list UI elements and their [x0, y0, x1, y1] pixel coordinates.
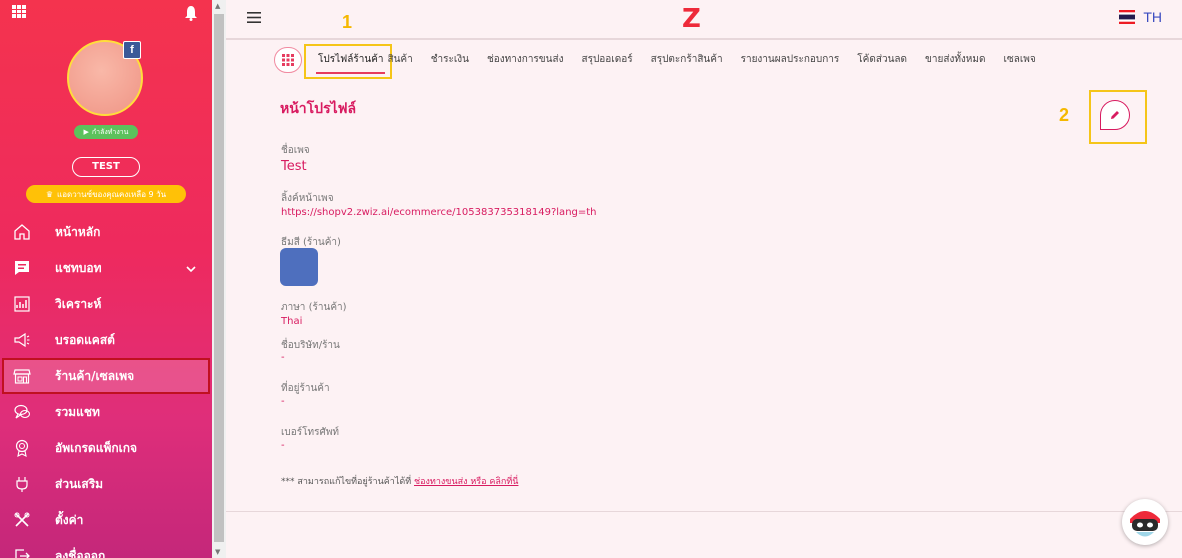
sidebar-item-label: ลงชื่อออก	[55, 548, 106, 558]
sidebar-item-label: อัพเกรดแพ็กเกจ	[55, 440, 138, 455]
sidebar-nav: หน้าหลัก แชทบอท วิเคราะห์ บรอดแคสต์ ร้าน…	[0, 214, 212, 558]
status-text: กำลังทำงาน	[91, 127, 129, 136]
sidebar-item-label: หน้าหลัก	[55, 224, 101, 239]
scroll-up-icon[interactable]: ▲	[215, 2, 220, 10]
apps-grid-icon[interactable]	[12, 5, 26, 18]
edit-profile-button[interactable]	[1100, 100, 1130, 130]
content-divider	[226, 511, 1182, 512]
robot-icon	[1130, 511, 1160, 537]
tab-wholesale[interactable]: ขายส่งทั้งหมด	[925, 45, 985, 75]
sidebar-item-logout[interactable]: ลงชื่อออก	[0, 538, 212, 558]
tab-menu-button[interactable]	[274, 47, 302, 73]
tab-shipping[interactable]: ช่องทางการขนส่ง	[487, 45, 563, 75]
sidebar-item-home[interactable]: หน้าหลัก	[0, 214, 212, 250]
scrollbar-thumb[interactable]	[214, 14, 224, 542]
grid-icon	[282, 54, 294, 66]
annotation-1: 1	[342, 12, 353, 32]
language-selector[interactable]: TH	[1119, 9, 1162, 25]
trial-badge[interactable]: ♛ แอดวานซ์ของคุณคงเหลือ 9 วัน	[26, 185, 186, 203]
store-tabs: โปรไฟล์ร้านค้า สินค้า ชำระเงิน ช่องทางกา…	[274, 45, 1054, 75]
chat-icon	[12, 258, 32, 278]
note-text: *** สามารถแก้ไขที่อยู่ร้านค้าได้ที่	[281, 477, 414, 487]
sidebar-scrollbar[interactable]: ▲ ▼	[212, 0, 226, 558]
sidebar-item-analytics[interactable]: วิเคราะห์	[0, 286, 212, 322]
store-icon	[12, 366, 32, 386]
company-label: ชื่อบริษัท/ร้าน	[281, 340, 340, 351]
phone-value: -	[281, 440, 285, 451]
tab-payment[interactable]: ชำระเงิน	[431, 45, 469, 75]
bell-icon[interactable]	[184, 5, 198, 21]
company-value: -	[281, 352, 285, 363]
tab-business-report[interactable]: รายงานผลประกอบการ	[741, 45, 840, 75]
page-link-label: ลิ้งค์หน้าเพจ	[281, 193, 334, 204]
top-header: Z TH	[226, 0, 1182, 40]
tools-icon	[12, 510, 32, 530]
sidebar: f ▶ กำลังทำงาน TEST ♛ แอดวานซ์ของคุณคงเห…	[0, 0, 212, 558]
sidebar-top	[12, 5, 200, 21]
tab-discount-codes[interactable]: โค้ดส่วนลด	[857, 45, 907, 75]
tab-order-summary[interactable]: สรุปออเดอร์	[581, 45, 632, 75]
address-value: -	[281, 396, 285, 407]
language-label: ภาษา (ร้านค้า)	[281, 302, 347, 313]
zwiz-logo[interactable]: Z	[682, 4, 701, 34]
crown-icon: ♛	[45, 189, 54, 199]
page-link-value[interactable]: https://shopv2.zwiz.ai/ecommerce/1053837…	[281, 207, 597, 218]
chats-icon	[12, 402, 32, 422]
sidebar-item-label: บรอดแคสต์	[55, 332, 115, 347]
sidebar-item-chats[interactable]: รวมแชท	[0, 394, 212, 430]
tab-store-profile[interactable]: โปรไฟล์ร้านค้า	[315, 45, 386, 75]
page-name-label: ชื่อเพจ	[281, 145, 310, 156]
annotation-2: 2	[1059, 105, 1070, 125]
hamburger-menu-icon[interactable]	[247, 12, 261, 23]
tab-products[interactable]: สินค้า	[387, 45, 412, 75]
phone-label: เบอร์โทรศัพท์	[281, 427, 340, 438]
sidebar-item-settings[interactable]: ตั้งค่า	[0, 502, 212, 538]
trial-text: แอดวานซ์ของคุณคงเหลือ 9 วัน	[57, 189, 167, 199]
language-value: Thai	[281, 316, 303, 327]
tab-cart-summary[interactable]: สรุปตะกร้าสินค้า	[651, 45, 723, 75]
shipping-link[interactable]: ช่องทางขนส่ง หรือ คลิกที่นี่	[414, 477, 518, 487]
scroll-down-icon[interactable]: ▼	[215, 548, 220, 556]
badge-icon	[12, 438, 32, 458]
sidebar-item-label: ร้านค้า/เซลเพจ	[55, 368, 135, 383]
sidebar-item-addons[interactable]: ส่วนเสริม	[0, 466, 212, 502]
sidebar-item-label: ตั้งค่า	[55, 512, 84, 527]
status-badge: ▶ กำลังทำงาน	[74, 125, 138, 139]
theme-color-swatch	[280, 248, 318, 286]
page-title: หน้าโปรไฟล์	[280, 101, 357, 117]
sidebar-item-label: ส่วนเสริม	[55, 476, 104, 491]
megaphone-icon	[12, 330, 32, 350]
sidebar-item-label: รวมแชท	[55, 404, 100, 419]
sidebar-item-label: แชทบอท	[55, 260, 102, 275]
pencil-icon	[1111, 111, 1119, 119]
sidebar-item-chatbot[interactable]: แชทบอท	[0, 250, 212, 286]
sidebar-item-broadcast[interactable]: บรอดแคสต์	[0, 322, 212, 358]
analytics-icon	[12, 294, 32, 314]
sidebar-item-store[interactable]: ร้านค้า/เซลเพจ	[2, 358, 210, 394]
address-note: *** สามารถแก้ไขที่อยู่ร้านค้าได้ที่ ช่อง…	[281, 474, 518, 488]
sidebar-item-label: วิเคราะห์	[55, 296, 102, 311]
play-icon: ▶	[83, 128, 89, 136]
facebook-icon: f	[123, 41, 141, 59]
logout-icon	[12, 546, 32, 558]
plugin-icon	[12, 474, 32, 494]
address-label: ที่อยู่ร้านค้า	[281, 383, 330, 394]
tab-salepage[interactable]: เซลเพจ	[1003, 45, 1035, 75]
language-code: TH	[1143, 9, 1162, 25]
chevron-down-icon[interactable]	[186, 262, 196, 276]
home-icon	[12, 222, 32, 242]
profile-name[interactable]: TEST	[72, 157, 140, 177]
chatbot-launcher[interactable]	[1122, 499, 1168, 545]
thai-flag-icon	[1119, 10, 1136, 24]
sidebar-item-upgrade[interactable]: อัพเกรดแพ็กเกจ	[0, 430, 212, 466]
page-name-value: Test	[281, 159, 307, 174]
